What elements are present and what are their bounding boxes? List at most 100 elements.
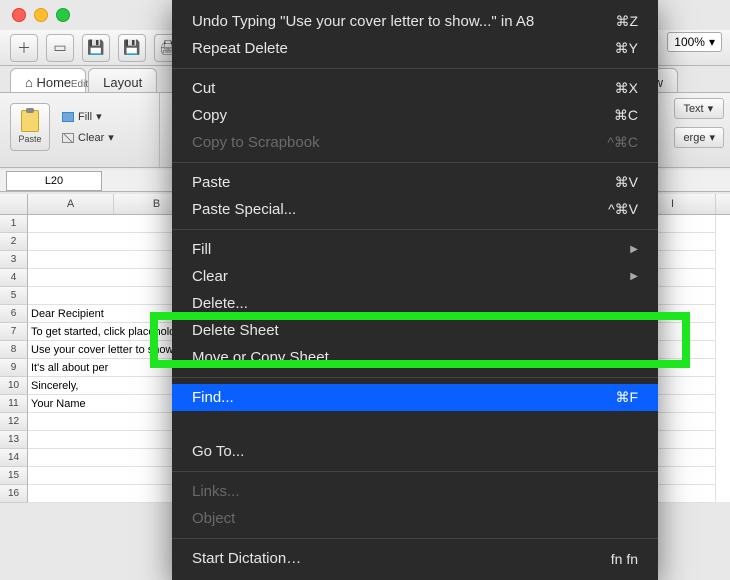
menu-fill-label: Fill	[192, 241, 211, 258]
edit-menu: Undo Typing "Use your cover letter to sh…	[172, 0, 658, 580]
menu-fill[interactable]: Fill ▶	[172, 236, 658, 263]
maximize-window-button[interactable]	[56, 8, 70, 22]
menu-undo-shortcut: ⌘Z	[615, 13, 638, 30]
row-header[interactable]: 12	[0, 413, 28, 431]
menu-dictation[interactable]: Start Dictation… fn fn	[172, 545, 658, 572]
fill-button[interactable]: Fill ▾	[58, 108, 118, 125]
row-header[interactable]: 8	[0, 341, 28, 359]
menu-copy-scrapbook: Copy to Scrapbook ^⌘C	[172, 129, 658, 156]
submenu-arrow-icon: ▶	[630, 271, 638, 282]
paste-label: Paste	[18, 134, 41, 144]
menu-separator	[172, 229, 658, 230]
clear-button[interactable]: Clear ▾	[58, 129, 118, 146]
menu-repeat-shortcut: ⌘Y	[615, 40, 638, 57]
row-header[interactable]: 10	[0, 377, 28, 395]
menu-paste[interactable]: Paste ⌘V	[172, 169, 658, 196]
menu-move-copy-label: Move or Copy Sheet...	[192, 349, 341, 366]
menu-separator	[172, 377, 658, 378]
menu-delete[interactable]: Delete...	[172, 290, 658, 317]
row-header[interactable]: 7	[0, 323, 28, 341]
row-header[interactable]: 14	[0, 449, 28, 467]
menu-links-label: Links...	[192, 483, 240, 500]
chevron-down-icon: ▾	[708, 102, 714, 115]
row-header[interactable]: 1	[0, 215, 28, 233]
submenu-arrow-icon: ▶	[630, 244, 638, 255]
open-button[interactable]: ▭	[46, 34, 74, 62]
menu-delete-label: Delete...	[192, 295, 248, 312]
menu-goto-label: Go To...	[192, 443, 244, 460]
menu-clear-label: Clear	[192, 268, 228, 285]
menu-object-label: Object	[192, 510, 235, 527]
row-header[interactable]: 13	[0, 431, 28, 449]
eraser-icon	[62, 133, 74, 143]
close-window-button[interactable]	[12, 8, 26, 22]
fill-icon	[62, 112, 74, 122]
menu-find-label: Find...	[192, 389, 234, 406]
name-box-value: L20	[45, 175, 63, 187]
chevron-down-icon: ▾	[709, 35, 715, 49]
col-header-a[interactable]: A	[28, 194, 114, 214]
select-all-corner[interactable]	[0, 194, 28, 214]
text-dropdown[interactable]: Text ▾	[674, 98, 724, 119]
menu-clear[interactable]: Clear ▶	[172, 263, 658, 290]
menu-cut-shortcut: ⌘X	[615, 80, 638, 97]
window-controls	[12, 8, 70, 22]
menu-goto[interactable]: Go To...	[172, 438, 658, 465]
row-header[interactable]: 16	[0, 485, 28, 503]
menu-paste-special[interactable]: Paste Special... ^⌘V	[172, 196, 658, 223]
menu-cut-label: Cut	[192, 80, 215, 97]
menu-undo[interactable]: Undo Typing "Use your cover letter to sh…	[172, 8, 658, 35]
menu-separator	[172, 471, 658, 472]
row-header[interactable]: 2	[0, 233, 28, 251]
menu-paste-special-shortcut: ^⌘V	[608, 201, 638, 218]
clipboard-icon	[21, 110, 39, 132]
row-header[interactable]: 11	[0, 395, 28, 413]
save-button[interactable]: 💾	[82, 34, 110, 62]
menu-copy[interactable]: Copy ⌘C	[172, 102, 658, 129]
menu-find-shortcut: ⌘F	[615, 389, 638, 406]
save-as-button[interactable]: 💾	[118, 34, 146, 62]
menu-paste-label: Paste	[192, 174, 230, 191]
row-header[interactable]: 9	[0, 359, 28, 377]
menu-separator	[172, 68, 658, 69]
zoom-selector[interactable]: 100% ▾	[667, 32, 722, 52]
menu-delete-sheet-label: Delete Sheet	[192, 322, 279, 339]
menu-cut[interactable]: Cut ⌘X	[172, 75, 658, 102]
new-file-button[interactable]: ＋	[10, 34, 38, 62]
row-header[interactable]: 15	[0, 467, 28, 485]
row-header[interactable]: 3	[0, 251, 28, 269]
menu-links: Links...	[172, 478, 658, 505]
menu-scrapbook-shortcut: ^⌘C	[607, 134, 638, 151]
menu-dictation-shortcut: fn fn	[611, 551, 638, 567]
menu-hidden-row: .	[172, 411, 658, 438]
fill-label: Fill	[78, 111, 92, 123]
paste-button[interactable]: Paste	[10, 103, 50, 151]
menu-repeat-label: Repeat Delete	[192, 40, 288, 57]
chevron-down-icon: ▾	[108, 131, 114, 144]
menu-delete-sheet[interactable]: Delete Sheet	[172, 317, 658, 344]
menu-paste-shortcut: ⌘V	[615, 174, 638, 191]
chevron-down-icon: ▾	[709, 131, 715, 144]
menu-separator	[172, 162, 658, 163]
menu-separator	[172, 538, 658, 539]
merge-label: erge	[683, 132, 705, 144]
merge-dropdown[interactable]: erge ▾	[674, 127, 724, 148]
menu-repeat[interactable]: Repeat Delete ⌘Y	[172, 35, 658, 62]
clear-label: Clear	[78, 132, 104, 144]
menu-paste-special-label: Paste Special...	[192, 201, 296, 218]
minimize-window-button[interactable]	[34, 8, 48, 22]
menu-undo-label: Undo Typing "Use your cover letter to sh…	[192, 13, 534, 30]
row-header[interactable]: 6	[0, 305, 28, 323]
ribbon-right-group: Text ▾ erge ▾	[674, 96, 724, 150]
text-label: Text	[683, 103, 703, 115]
zoom-value: 100%	[674, 35, 705, 49]
row-header[interactable]: 5	[0, 287, 28, 305]
chevron-down-icon: ▾	[96, 110, 102, 123]
menu-move-copy-sheet[interactable]: Move or Copy Sheet...	[172, 344, 658, 371]
row-header[interactable]: 4	[0, 269, 28, 287]
menu-copy-label: Copy	[192, 107, 227, 124]
menu-find[interactable]: Find... ⌘F	[172, 384, 658, 411]
menu-dictation-label: Start Dictation…	[192, 550, 301, 567]
menu-copy-shortcut: ⌘C	[614, 107, 638, 124]
name-box[interactable]: L20	[6, 171, 102, 191]
